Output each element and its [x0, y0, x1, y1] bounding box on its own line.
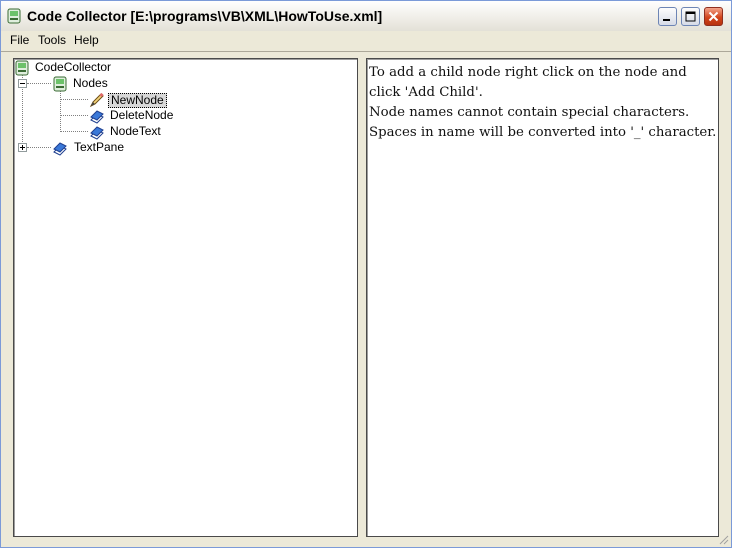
tree-node-deletenode[interactable]: DeleteNode — [89, 108, 189, 124]
tree-node-label: CodeCollector — [35, 60, 112, 74]
tree-node-textpane[interactable]: TextPane — [52, 140, 142, 156]
minimize-button[interactable] — [658, 7, 677, 26]
database-icon — [15, 60, 29, 79]
tree-line — [60, 131, 88, 132]
close-icon — [708, 11, 719, 22]
collapse-toggle[interactable] — [18, 79, 27, 88]
book-icon — [52, 140, 68, 159]
tree-line — [60, 99, 88, 100]
app-icon — [7, 8, 21, 24]
resize-grip-icon[interactable] — [719, 535, 729, 545]
database-icon — [53, 76, 67, 95]
tree-node-label: NewNode — [108, 93, 167, 108]
tree-node-root[interactable]: CodeCollector — [15, 60, 135, 76]
tree-node-label: DeleteNode — [110, 108, 174, 122]
tree-view[interactable]: CodeCollector Nodes NewNode DeleteNode N… — [13, 58, 358, 537]
text-content: To add a child node right click on the n… — [369, 63, 717, 143]
menu-bar: File Tools Help — [1, 31, 731, 51]
text-pane[interactable]: To add a child node right click on the n… — [366, 58, 719, 537]
maximize-icon — [685, 11, 696, 22]
window-title: Code Collector [E:\programs\VB\XML\HowTo… — [27, 8, 383, 24]
tree-node-newnode[interactable]: NewNode — [89, 92, 179, 108]
minimize-icon — [663, 19, 670, 21]
tree-line — [27, 147, 51, 148]
tree-line — [27, 83, 51, 84]
tree-node-label: TextPane — [74, 140, 125, 154]
tree-node-label: NodeText — [110, 124, 161, 138]
tree-node-label: Nodes — [73, 76, 108, 90]
tree-line — [60, 115, 88, 116]
menu-separator — [1, 51, 731, 52]
tree-node-nodes[interactable]: Nodes — [53, 76, 133, 92]
text-line: Spaces in name will be converted into '_… — [369, 125, 717, 140]
menu-help[interactable]: Help — [74, 33, 99, 47]
expand-toggle[interactable] — [18, 143, 27, 152]
menu-file[interactable]: File — [10, 33, 29, 47]
text-line: Node names cannot contain special charac… — [369, 105, 690, 120]
close-button[interactable] — [704, 7, 723, 26]
tree-line — [60, 90, 61, 132]
text-line: click 'Add Child'. — [369, 85, 483, 100]
text-line: To add a child node right click on the n… — [369, 65, 687, 80]
title-bar[interactable]: Code Collector [E:\programs\VB\XML\HowTo… — [1, 1, 731, 32]
menu-tools[interactable]: Tools — [38, 33, 66, 47]
app-window: Code Collector [E:\programs\VB\XML\HowTo… — [0, 0, 732, 548]
maximize-button[interactable] — [681, 7, 700, 26]
tree-node-nodetext[interactable]: NodeText — [89, 124, 179, 140]
